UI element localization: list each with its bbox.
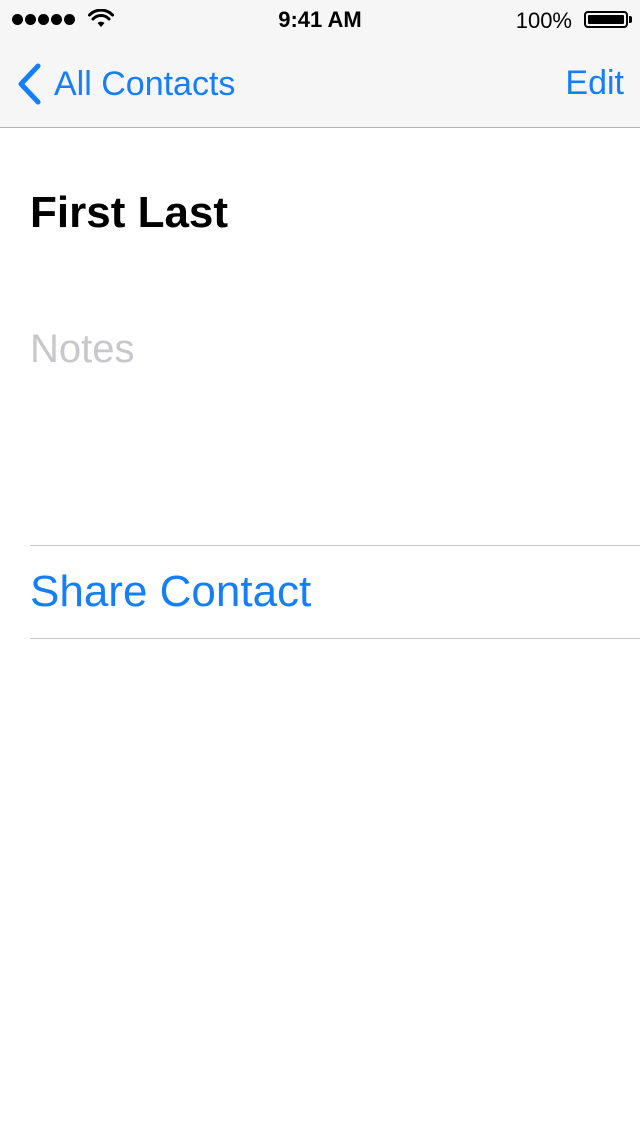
battery-nub — [629, 16, 632, 23]
back-button[interactable]: All Contacts — [16, 60, 235, 108]
back-button-label: All Contacts — [54, 64, 236, 103]
battery-icon — [584, 11, 632, 28]
notes-field[interactable]: Notes — [30, 327, 610, 372]
share-contact-button[interactable]: Share Contact — [30, 546, 640, 638]
top-bar: 9:41 AM 100% All Contacts Edit — [0, 0, 640, 128]
contact-detail-screen: 9:41 AM 100% All Contacts Edit First Las… — [0, 0, 640, 1136]
divider — [30, 638, 640, 639]
edit-button[interactable]: Edit — [565, 64, 624, 103]
battery-percent: 100% — [515, 8, 572, 33]
battery-fill — [588, 15, 624, 24]
contact-name: First Last — [30, 188, 229, 237]
status-bar: 9:41 AM 100% — [0, 0, 640, 40]
chevron-left-icon — [18, 63, 41, 105]
share-contact-label: Share Contact — [30, 567, 312, 616]
